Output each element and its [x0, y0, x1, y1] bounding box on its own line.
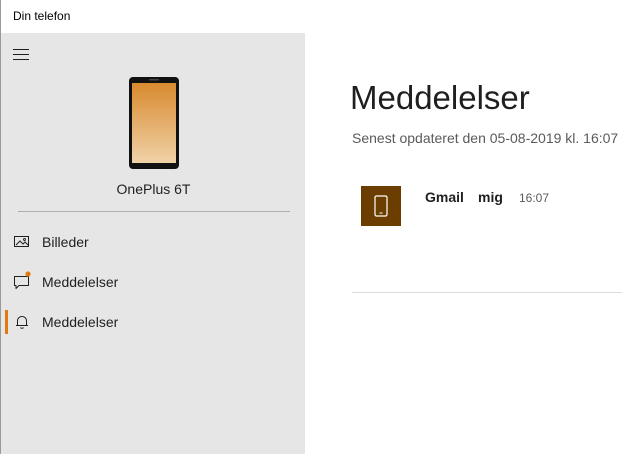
device-name: OnePlus 6T: [116, 181, 191, 197]
photos-icon: [14, 236, 29, 247]
last-updated-text: Senest opdateret den 05-08-2019 kl. 16:0…: [352, 130, 619, 146]
sidebar-item-messages[interactable]: Meddelelser: [1, 262, 305, 302]
hamburger-menu-icon[interactable]: [12, 47, 30, 61]
sidebar-divider: [18, 211, 290, 212]
title-bar[interactable]: Din telefon: [0, 0, 622, 33]
window-title: Din telefon: [13, 9, 71, 23]
sidebar-item-photos[interactable]: Billeder: [1, 222, 305, 262]
sidebar-item-label: Meddelelser: [42, 274, 119, 290]
notification-item[interactable]: Gmail mig 16:07: [361, 186, 622, 230]
active-indicator: [5, 310, 8, 334]
phone-image: [129, 77, 179, 169]
notification-time: 16:07: [519, 191, 550, 205]
content-divider: [352, 292, 622, 293]
sidebar: OnePlus 6T Billeder Meddelelser Meddelel…: [0, 33, 305, 454]
sidebar-item-label: Meddelelser: [42, 314, 119, 330]
sidebar-item-notifications[interactable]: Meddelelser: [1, 302, 305, 342]
page-title: Meddelelser: [350, 79, 530, 116]
main-content: Meddelelser Senest opdateret den 05-08-2…: [305, 33, 622, 454]
phone-icon: [361, 186, 401, 226]
bell-icon: [16, 316, 28, 329]
app-window: Din telefon OnePlus 6T Billeder Meddelel…: [0, 0, 622, 454]
sidebar-item-label: Billeder: [42, 234, 89, 250]
notification-sender: mig: [478, 189, 503, 205]
unread-badge-icon: [25, 271, 31, 277]
notification-app-name: Gmail: [425, 189, 464, 205]
